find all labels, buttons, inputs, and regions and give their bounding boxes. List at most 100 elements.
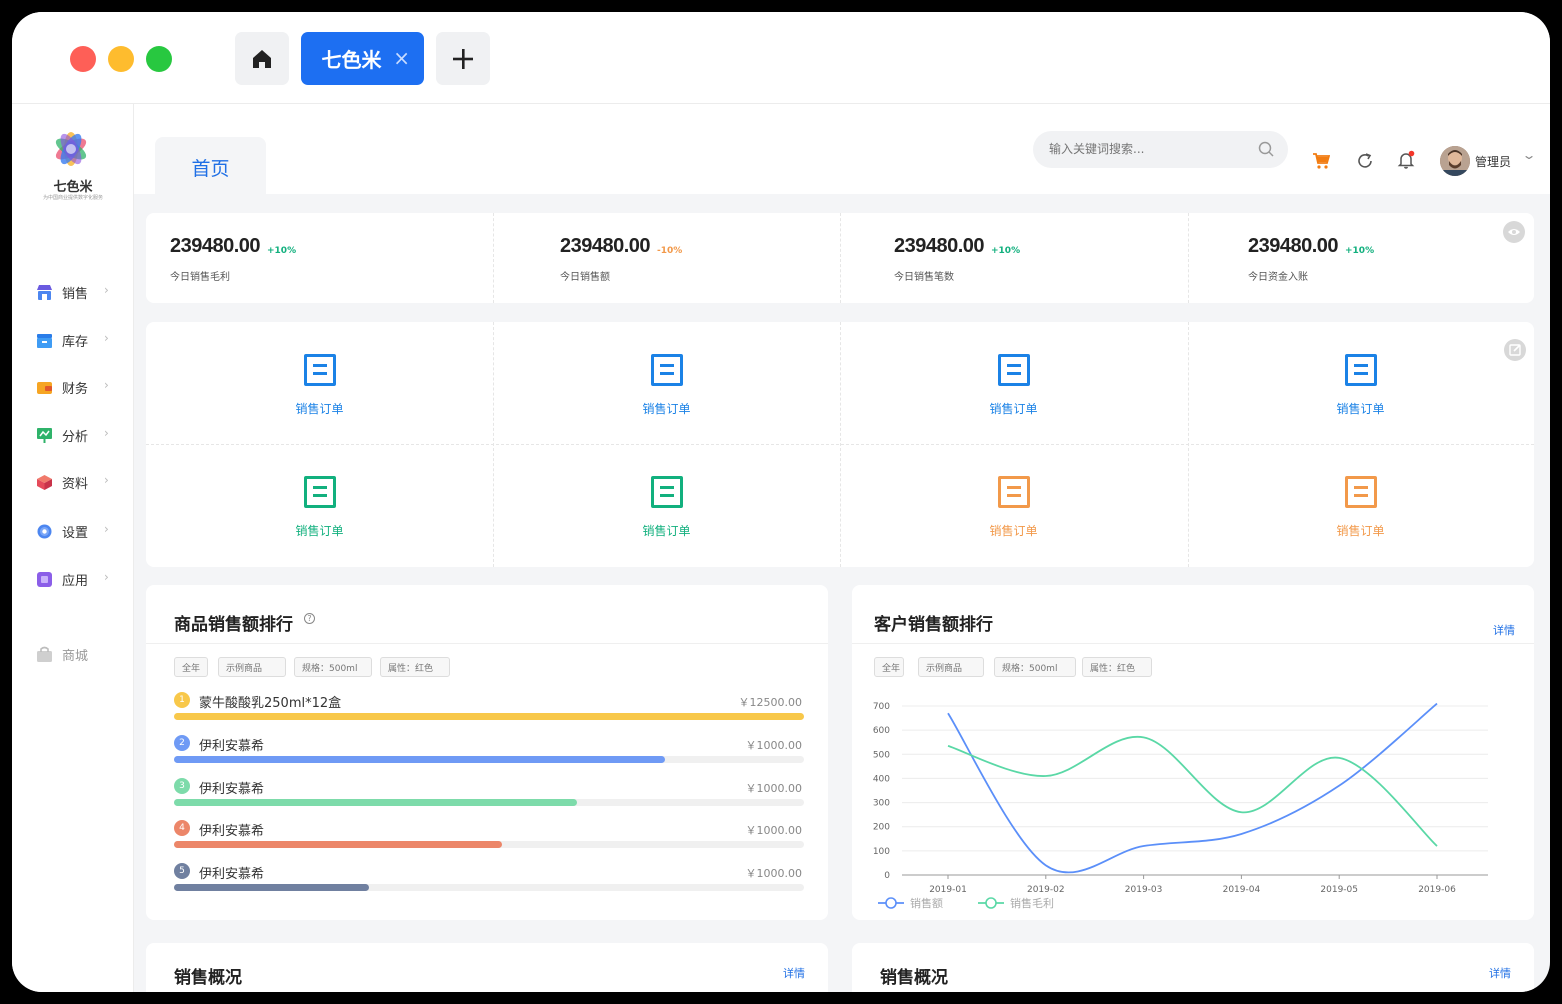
document-icon (650, 354, 683, 386)
chevron-down-icon[interactable]: ⌄ (1521, 148, 1536, 162)
rank-bar-track (174, 755, 804, 763)
quick-actions-card: 销售订单 销售订单 销售订单 销售订单 销售订单 销售订单 销售订单 销售订单 (146, 322, 1534, 567)
eye-icon[interactable] (1503, 221, 1525, 243)
stat-gross-profit: 239480.00 +10% 今日销售毛利 (146, 213, 493, 303)
document-icon (303, 354, 336, 386)
sidebar-item-sales[interactable]: 销售 › (36, 281, 116, 303)
y-tick-label: 0 (884, 871, 890, 881)
quick-action-sales-order[interactable]: 销售订单 (493, 444, 840, 566)
filter-chip-year[interactable]: 全年 (174, 657, 208, 677)
rank-row[interactable]: 2 伊利安慕希 ￥1000.00 (174, 734, 804, 773)
chart-board-icon (36, 427, 53, 444)
filter-chip-product[interactable]: 示例商品 (218, 657, 286, 677)
quick-action-sales-order[interactable]: 销售订单 (840, 444, 1187, 566)
tab-close-icon[interactable]: × (393, 46, 410, 70)
gear-icon (36, 523, 53, 540)
cart-icon[interactable] (1312, 152, 1330, 170)
rank-product-name: 伊利安慕希 (199, 824, 265, 840)
new-tab-button[interactable] (436, 32, 490, 85)
y-tick-label: 700 (873, 702, 890, 712)
detail-link[interactable]: 详情 (1489, 965, 1511, 981)
document-icon (997, 476, 1030, 508)
sidebar-item-label: 销售 (62, 286, 89, 302)
quick-action-sales-order[interactable]: 销售订单 (146, 322, 493, 444)
stat-delta: +10% (991, 246, 1021, 256)
avatar[interactable] (1440, 146, 1470, 176)
search-box[interactable] (1033, 131, 1288, 168)
search-input[interactable] (1049, 140, 1249, 158)
active-tab-label: 七色米 (321, 48, 382, 72)
rank-badge: 4 (174, 820, 190, 837)
active-tab[interactable]: 七色米 × (301, 32, 424, 85)
brand-logo (48, 126, 94, 172)
filter-chip-attr[interactable]: 属性：红色 (380, 657, 450, 677)
stat-value: 239480.00 (1248, 235, 1339, 257)
stat-delta: +10% (1345, 246, 1375, 256)
rank-badge: 1 (174, 692, 190, 708)
document-icon (1344, 476, 1377, 508)
refresh-icon[interactable] (1356, 152, 1374, 170)
stat-fund-income: 239480.00 +10% 今日资金入账 (1224, 213, 1524, 303)
sidebar-item-label: 商城 (62, 648, 89, 664)
sidebar-item-mall[interactable]: 商城 (36, 643, 116, 665)
chevron-right-icon: › (104, 331, 109, 345)
x-tick-label: 2019-02 (1027, 885, 1065, 895)
chevron-right-icon: › (104, 378, 109, 392)
legend-marker (885, 897, 897, 909)
rank-product-name: 伊利安慕希 (199, 867, 265, 883)
edit-icon[interactable] (1504, 339, 1526, 361)
page-tab-label: 首页 (191, 158, 230, 180)
sidebar-item-label: 应用 (62, 573, 89, 589)
rank-badge: 2 (174, 734, 190, 751)
close-window-button[interactable] (70, 46, 96, 72)
stats-card: 239480.00 +10% 今日销售毛利 239480.00 -10% 今日销… (146, 213, 1534, 303)
quick-action-sales-order[interactable]: 销售订单 (493, 322, 840, 444)
rank-bar-track (174, 713, 804, 720)
search-icon[interactable] (1258, 141, 1274, 157)
rank-row[interactable]: 3 伊利安慕希 ￥1000.00 (174, 777, 804, 816)
sidebar-item-data[interactable]: 资料 › (36, 471, 116, 493)
rank-badge: 5 (174, 863, 190, 880)
sidebar-item-finance[interactable]: 财务 › (36, 376, 116, 398)
y-tick-label: 300 (873, 799, 890, 809)
rank-row[interactable]: 5 伊利安慕希 ￥1000.00 (174, 863, 804, 901)
rank-bar-fill (174, 713, 804, 720)
divider (840, 213, 841, 303)
rank-value: ￥1000.00 (745, 867, 803, 881)
rank-row[interactable]: 1 蒙牛酸酸乳250ml*12盒 ￥12500.00 (174, 692, 804, 730)
rank-value: ￥1000.00 (745, 824, 803, 838)
store-icon (36, 284, 53, 301)
sidebar-item-label: 库存 (62, 334, 89, 350)
quick-action-sales-order[interactable]: 销售订单 (146, 444, 493, 566)
wallet-icon (36, 379, 53, 396)
sidebar-item-inventory[interactable]: 库存 › (36, 329, 116, 351)
sales-overview-card: 销售概况 详情 (146, 943, 828, 992)
bell-icon[interactable] (1396, 150, 1416, 170)
sidebar-item-analysis[interactable]: 分析 › (36, 424, 116, 446)
quick-action-label: 销售订单 (989, 402, 1038, 416)
x-tick-label: 2019-06 (1418, 885, 1456, 895)
chevron-right-icon: › (104, 426, 109, 440)
filter-chip-spec[interactable]: 规格：500ml (294, 657, 372, 677)
detail-link[interactable]: 详情 (783, 965, 805, 981)
minimize-window-button[interactable] (108, 46, 134, 72)
y-tick-label: 100 (873, 847, 890, 857)
sidebar-item-apps[interactable]: 应用 › (36, 568, 116, 590)
sidebar: 七色米 为中国商业提供数字化服务 销售 › 库存 › 财务 › 分析 › 资料 … (12, 104, 134, 992)
help-icon[interactable]: ? (304, 613, 315, 624)
title-bar: 七色米 × (12, 12, 1550, 104)
home-tab-button[interactable] (235, 32, 289, 85)
quick-action-sales-order[interactable]: 销售订单 (1187, 444, 1534, 566)
quick-action-sales-order[interactable]: 销售订单 (1187, 322, 1534, 444)
app-window: 七色米 × 七色米 为中国商业提供数字化服务 销售 › 库存 › 财务 › 分析… (12, 12, 1550, 992)
stat-order-count: 239480.00 +10% 今日销售笔数 (870, 213, 1170, 303)
maximize-window-button[interactable] (146, 46, 172, 72)
rank-row[interactable]: 4 伊利安慕希 ￥1000.00 (174, 820, 804, 858)
user-name[interactable]: 管理员 (1475, 153, 1511, 170)
stat-value: 239480.00 (894, 235, 985, 257)
sidebar-item-label: 分析 (62, 429, 89, 445)
sidebar-item-settings[interactable]: 设置 › (36, 520, 116, 542)
x-tick-label: 2019-01 (929, 885, 967, 895)
quick-action-sales-order[interactable]: 销售订单 (840, 322, 1187, 444)
plus-icon (453, 48, 473, 69)
